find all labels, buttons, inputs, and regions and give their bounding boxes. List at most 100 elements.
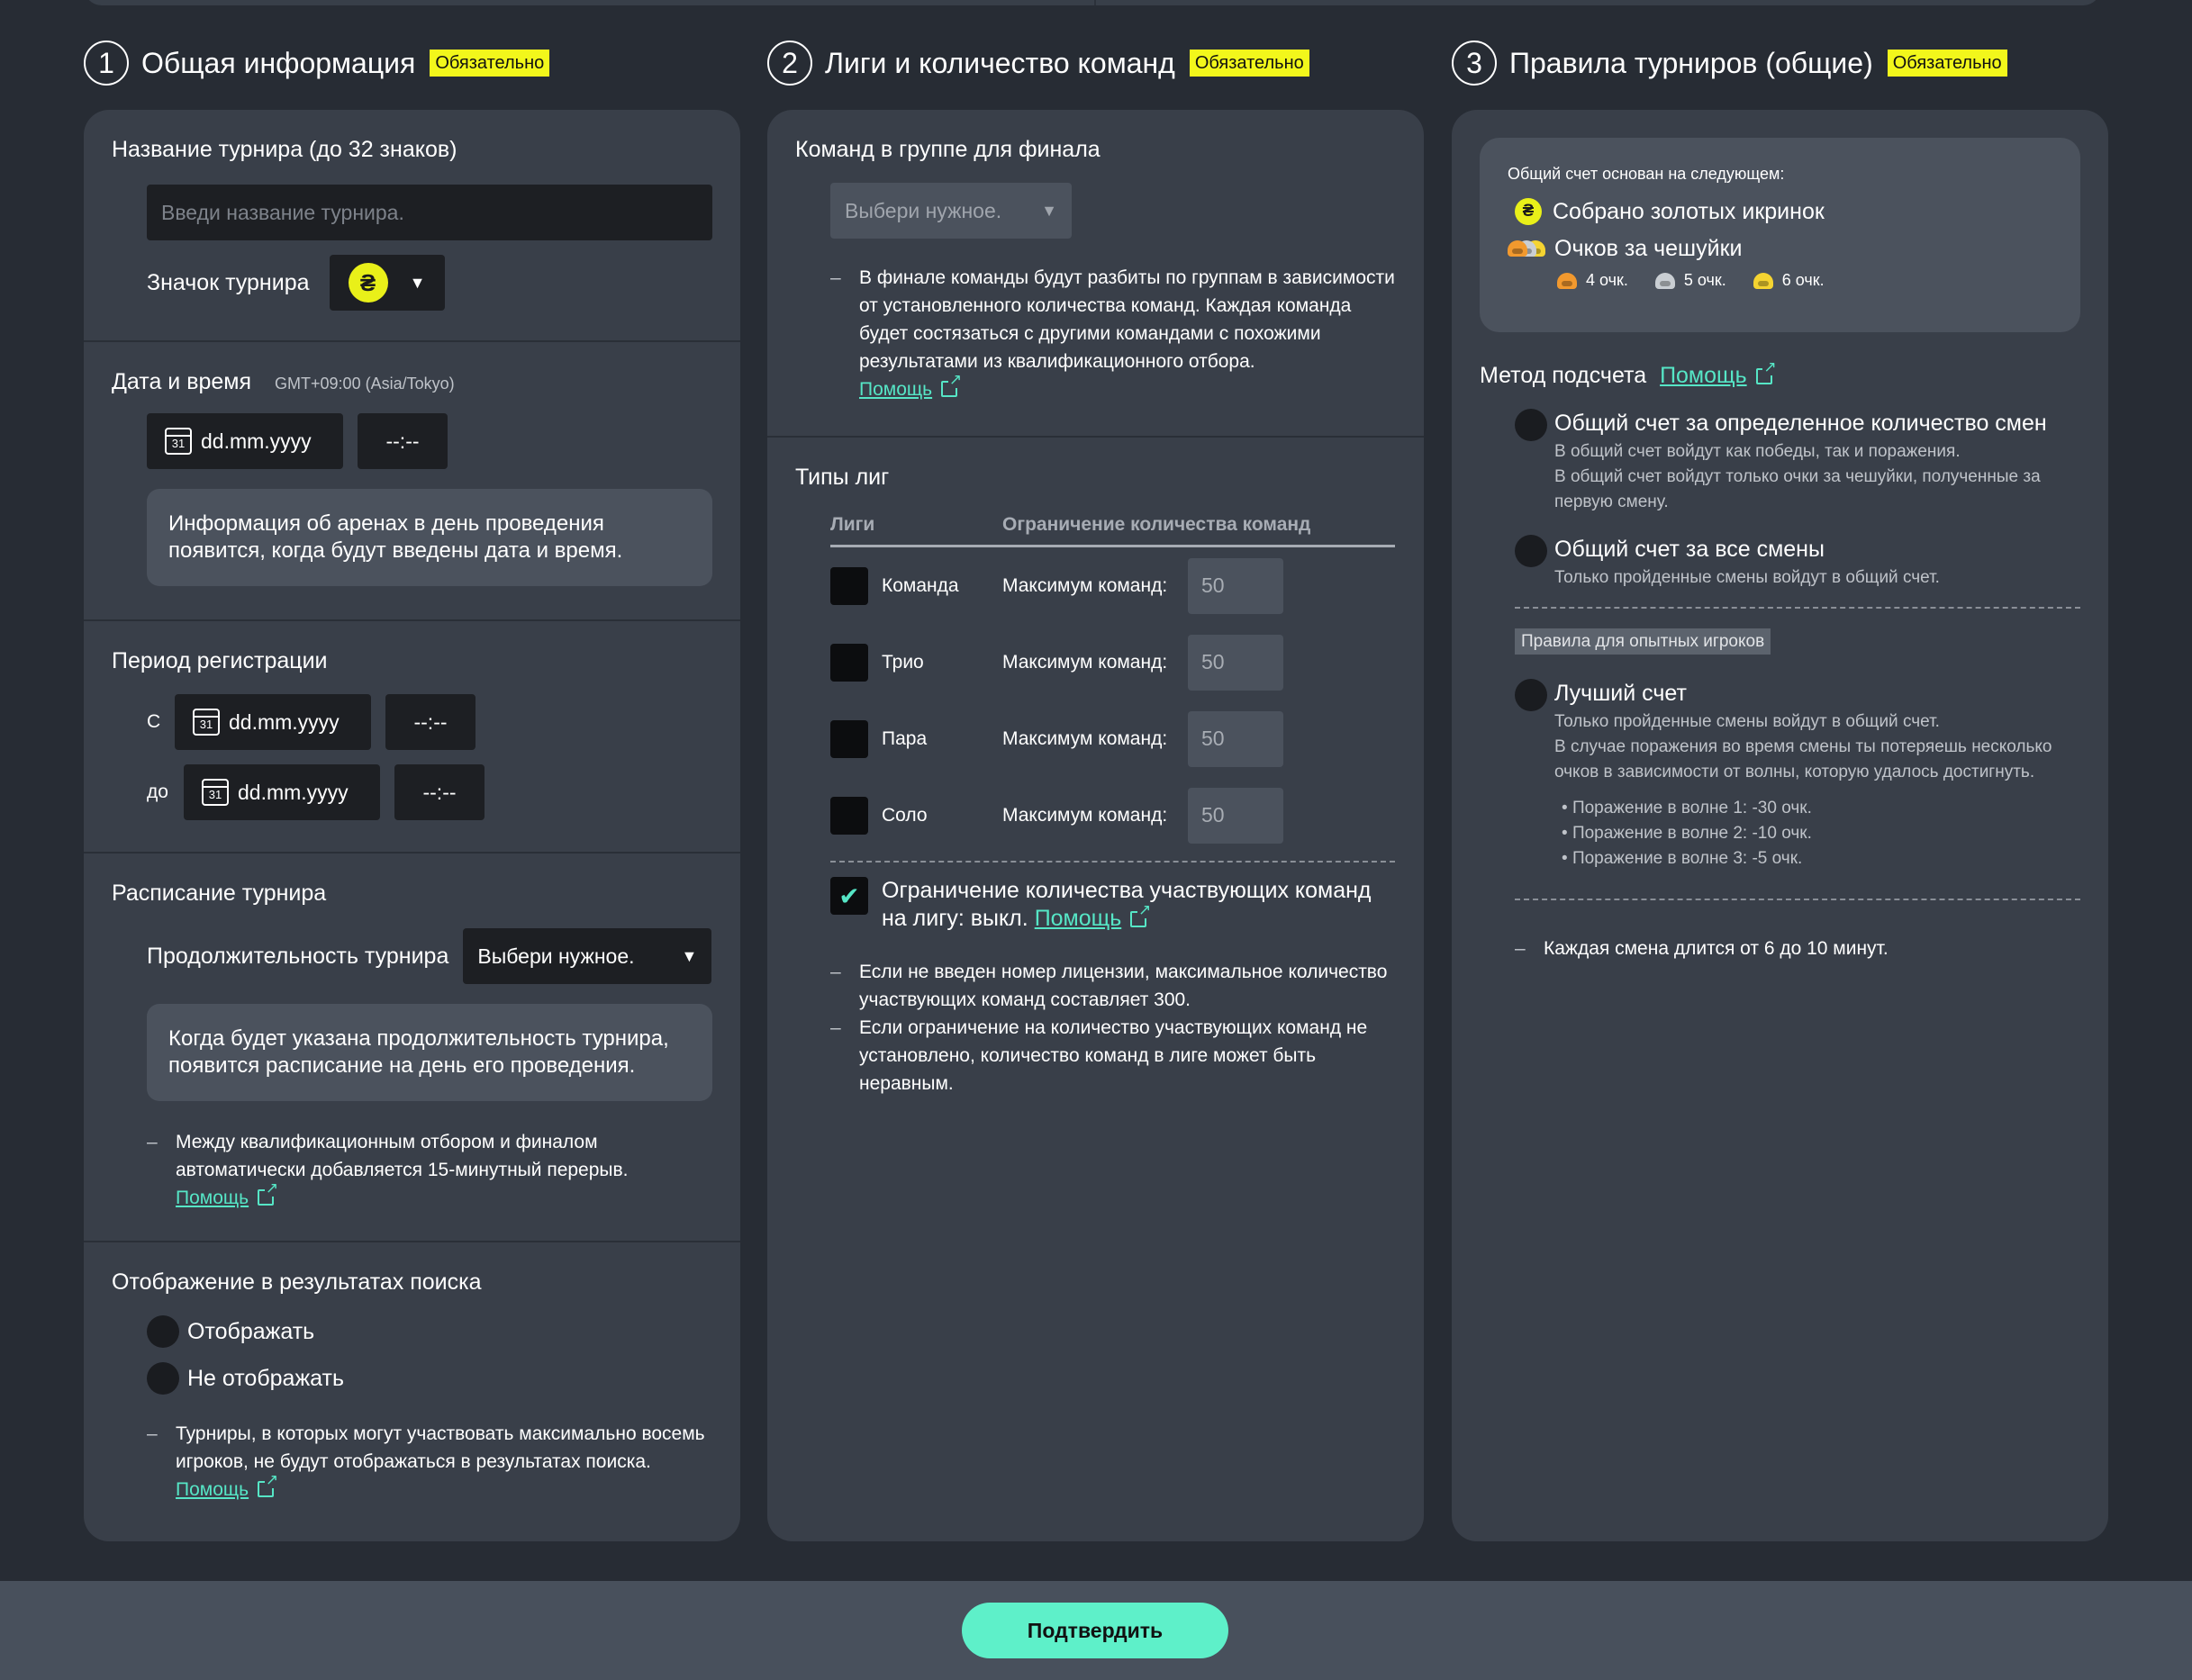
eggs-item: ₴ Собрано золотых икринок	[1508, 198, 2053, 225]
silver-value: 5 очк.	[1683, 271, 1726, 289]
league-checkbox[interactable]	[830, 796, 868, 835]
max-teams-input[interactable]: 50	[1188, 557, 1283, 614]
show-radio[interactable]: Отображать	[147, 1315, 712, 1348]
max-teams-input[interactable]: 50	[1188, 710, 1283, 767]
league-name: Команда	[882, 574, 959, 596]
option-best-score[interactable]: Лучший счет Только пройденные смены войд…	[1515, 679, 2080, 872]
unequal-note: – Если ограничение на количество участвую…	[830, 1017, 1368, 1094]
date-time-section: Дата и время GMT+09:00 (Asia/Tokyo) 31 d…	[84, 342, 740, 621]
time-input[interactable]: --:--	[358, 413, 448, 469]
calendar-icon: 31	[165, 428, 192, 455]
limit-toggle-row: ✔ Ограничение количества участвующих ком…	[830, 861, 1395, 933]
scales-icon	[1508, 239, 1547, 260]
help-link[interactable]: Помощь	[1660, 363, 1747, 388]
section-leagues: 2 Лиги и количество команд Обязательно К…	[767, 36, 1424, 1541]
chevron-down-icon: ▼	[409, 273, 426, 292]
chevron-down-icon: ▼	[1041, 201, 1057, 220]
reg-start-time-input[interactable]: --:--	[385, 694, 476, 750]
chevron-down-icon: ▼	[681, 946, 698, 965]
shift-note-wrap: – Каждая смена длится от 6 до 10 минут.	[1515, 899, 2080, 962]
league-row-trio: Трио Максимум команд: 50	[830, 624, 1395, 700]
confirm-button[interactable]: Подтвердить	[962, 1603, 1228, 1658]
league-row-solo: Соло Максимум команд: 50	[830, 777, 1395, 854]
final-group-section: Команд в группе для финала Выбери нужное…	[767, 110, 1424, 438]
hide-radio[interactable]: Не отображать	[147, 1362, 712, 1395]
golden-egg-icon: ₴	[348, 263, 388, 303]
external-link-icon[interactable]	[1130, 902, 1152, 927]
external-link-icon[interactable]	[258, 1180, 279, 1206]
golden-egg-icon: ₴	[1515, 198, 1542, 225]
top-strip	[84, 0, 2101, 5]
max-label: Максимум команд:	[1002, 727, 1168, 749]
reg-end-time-input[interactable]: --:--	[394, 764, 485, 820]
license-note: – Если не введен номер лицензии, максимал…	[830, 962, 1388, 1010]
scales-item: Очков за чешуйки	[1508, 236, 2053, 262]
date-input[interactable]: 31 dd.mm.yyyy	[147, 413, 343, 469]
schedule-label: Расписание турнира	[112, 881, 327, 906]
tournament-name-input[interactable]: Введи название турнира.	[147, 185, 712, 240]
expert-rules: Правила для опытных игроков Лучший счет …	[1515, 607, 2080, 872]
help-link[interactable]: Помощь	[1035, 906, 1122, 931]
help-link[interactable]: Помощь	[176, 1479, 249, 1500]
schedule-section: Расписание турнира Продолжительность тур…	[84, 854, 740, 1242]
score-basis-label: Общий счет основан на следующем:	[1508, 165, 1785, 183]
reg-end-date-input[interactable]: 31 dd.mm.yyyy	[184, 764, 380, 820]
search-note: – Турниры, в которых могут участвовать м…	[147, 1420, 712, 1504]
expert-badge: Правила для опытных игроков	[1515, 628, 1771, 655]
list-item: • Поражение в волне 3: -5 очк.	[1562, 849, 1803, 868]
required-badge: Обязательно	[1887, 50, 2007, 77]
tournament-icon-select[interactable]: ₴ ▼	[329, 255, 445, 311]
max-label: Максимум команд:	[1002, 804, 1168, 826]
timezone-label: GMT+09:00 (Asia/Tokyo)	[275, 375, 455, 393]
radio-button[interactable]	[1515, 679, 1547, 711]
league-list: Команда Максимум команд: 50 Трио Максиму…	[830, 547, 1395, 854]
option-fixed-shifts[interactable]: Общий счет за определенное количество см…	[1515, 409, 2080, 515]
max-label: Максимум команд:	[1002, 574, 1168, 596]
reg-start-date-input[interactable]: 31 dd.mm.yyyy	[175, 694, 371, 750]
th-limit: Ограничение количества команд	[1002, 514, 1311, 535]
help-link[interactable]: Помощь	[176, 1188, 249, 1208]
max-teams-input[interactable]: 50	[1188, 787, 1283, 844]
external-link-icon[interactable]	[1755, 359, 1777, 384]
break-note: – Между квалификационным отбором и финал…	[147, 1128, 712, 1212]
final-group-note: – В финале команды будут разбиты по груп…	[830, 264, 1396, 403]
league-checkbox[interactable]	[830, 566, 868, 605]
league-name: Пара	[882, 727, 928, 749]
loss-list: • Поражение в волне 1: -30 очк. • Пораже…	[1562, 796, 2080, 872]
section-title: Лиги и количество команд	[825, 46, 1175, 79]
section-header: 2 Лиги и количество команд Обязательно	[767, 36, 1424, 90]
external-link-icon[interactable]	[941, 372, 963, 397]
radio-button[interactable]	[147, 1362, 179, 1395]
limit-checkbox-checked[interactable]: ✔	[830, 877, 868, 915]
required-badge: Обязательно	[1189, 50, 1309, 77]
final-group-select[interactable]: Выбери нужное. ▼	[830, 183, 1072, 239]
league-checkbox[interactable]	[830, 719, 868, 758]
tournament-icon-label: Значок турнира	[147, 269, 310, 295]
tournament-name-label: Название турнира (до 32 знаков)	[112, 137, 457, 162]
section-rules: 3 Правила турниров (общие) Обязательно О…	[1452, 36, 2108, 1541]
from-label: С	[147, 711, 161, 732]
league-table-header: Лиги Ограничение количества команд	[830, 514, 1395, 547]
registration-period-label: Период регистрации	[112, 648, 328, 673]
calendar-icon: 31	[193, 709, 220, 736]
rules-card: Общий счет основан на следующем: ₴ Собра…	[1452, 110, 2108, 1541]
bronze-value: 4 очк.	[1586, 271, 1628, 289]
max-label: Максимум команд:	[1002, 651, 1168, 673]
help-link[interactable]: Помощь	[859, 379, 932, 400]
limit-toggle-label: Ограничение количества участвующих коман…	[882, 877, 1395, 933]
max-teams-input[interactable]: 50	[1188, 634, 1283, 691]
duration-select[interactable]: Выбери нужное. ▼	[463, 928, 712, 984]
scale-values: 4 очк. 5 очк. 6 очк.	[1557, 271, 2053, 290]
league-checkbox[interactable]	[830, 643, 868, 682]
radio-button[interactable]	[1515, 535, 1547, 567]
league-row-pair: Пара Максимум команд: 50	[830, 700, 1395, 777]
section-header: 3 Правила турниров (общие) Обязательно	[1452, 36, 2108, 90]
score-basis-box: Общий счет основан на следующем: ₴ Собра…	[1480, 138, 2080, 332]
radio-button[interactable]	[1515, 409, 1547, 441]
external-link-icon[interactable]	[258, 1472, 279, 1497]
section-title: Правила турниров (общие)	[1509, 46, 1873, 79]
leagues-card: Команд в группе для финала Выбери нужное…	[767, 110, 1424, 1541]
radio-button[interactable]	[147, 1315, 179, 1348]
option-all-shifts[interactable]: Общий счет за все смены Только пройденны…	[1515, 535, 2080, 591]
arena-info-box: Информация об аренах в день проведения п…	[147, 489, 712, 586]
